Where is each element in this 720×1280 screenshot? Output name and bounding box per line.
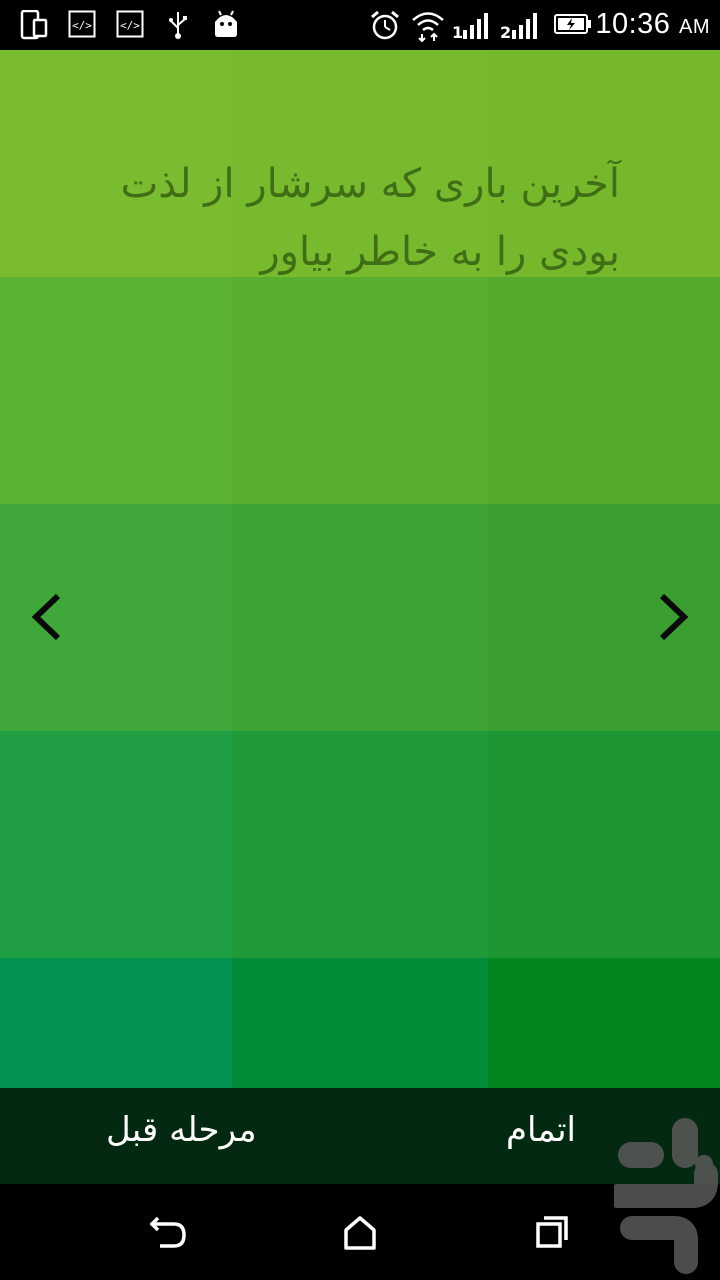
wifi-icon xyxy=(412,12,444,42)
svg-text:1: 1 xyxy=(452,23,463,40)
color-tile xyxy=(232,277,488,504)
store-watermark-logo xyxy=(614,1118,718,1274)
color-tile xyxy=(488,277,720,504)
usb-icon xyxy=(169,12,187,39)
previous-step-button[interactable]: مرحله قبل xyxy=(106,1110,257,1150)
color-tile xyxy=(232,504,488,731)
signal-1-icon: 1 xyxy=(452,13,488,40)
clock-ampm: AM xyxy=(679,16,710,38)
prompt-line-2: بودی را به خاطر بیاور xyxy=(260,229,620,275)
code-icon: </> xyxy=(116,10,144,38)
previous-arrow-icon[interactable] xyxy=(24,592,72,642)
signal-2-icon: 2 xyxy=(500,13,537,40)
svg-text:</>: </> xyxy=(120,19,140,32)
status-bar: </> </> 1 2 10:36 AM xyxy=(0,0,720,50)
svg-text:</>: </> xyxy=(72,19,92,32)
recents-icon[interactable] xyxy=(528,1208,576,1256)
color-tile xyxy=(232,731,488,958)
color-tile xyxy=(0,277,232,504)
prompt-text: آخرین باری که سرشار از لذت بودی را به خا… xyxy=(40,150,620,286)
home-icon[interactable] xyxy=(336,1208,384,1256)
android-icon xyxy=(215,10,237,37)
next-arrow-icon[interactable] xyxy=(648,592,696,642)
back-icon[interactable] xyxy=(144,1208,192,1256)
alarm-icon xyxy=(371,10,399,40)
battery-charging-icon xyxy=(554,14,591,34)
color-tile xyxy=(488,731,720,958)
color-tile xyxy=(0,731,232,958)
svg-text:2: 2 xyxy=(500,23,511,40)
phone-portrait-icon xyxy=(20,10,48,40)
clock: 10:36 AM xyxy=(595,8,710,41)
clock-time: 10:36 xyxy=(595,8,671,40)
code-icon: </> xyxy=(68,10,96,38)
prompt-line-1: آخرین باری که سرشار از لذت xyxy=(120,161,620,207)
finish-button[interactable]: اتمام xyxy=(506,1110,576,1150)
